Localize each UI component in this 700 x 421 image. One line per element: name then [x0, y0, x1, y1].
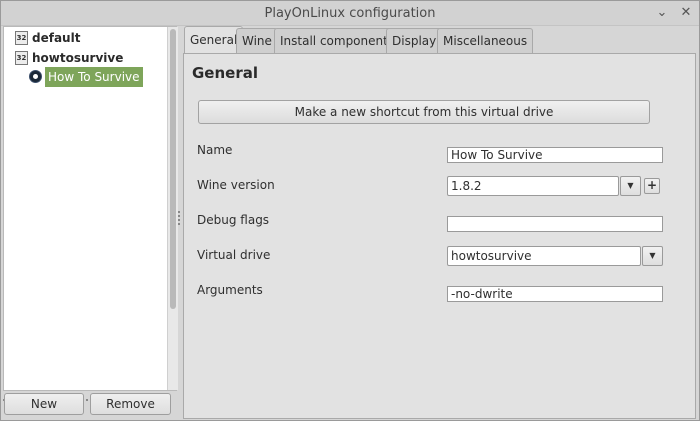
- tree-item-label: default: [32, 31, 81, 45]
- wine-version-select[interactable]: 1.8.2: [447, 176, 619, 196]
- chevron-down-icon[interactable]: ▼: [642, 246, 663, 266]
- debug-flags-label: Debug flags: [197, 213, 270, 227]
- wine-32bit-icon: 32: [15, 31, 28, 45]
- tree-scrollbar[interactable]: [167, 27, 178, 390]
- panel-splitter-handle[interactable]: [177, 211, 181, 229]
- tab-miscellaneous[interactable]: Miscellaneous: [437, 28, 534, 53]
- tab-general[interactable]: General: [184, 26, 244, 53]
- tab-wine[interactable]: Wine: [236, 28, 278, 53]
- window-title: PlayOnLinux configuration: [264, 6, 436, 21]
- tree-item-default[interactable]: 32 default: [15, 28, 155, 48]
- tab-display[interactable]: Display: [386, 28, 443, 53]
- steam-icon: [29, 70, 42, 83]
- name-label: Name: [197, 143, 233, 157]
- make-shortcut-button[interactable]: Make a new shortcut from this virtual dr…: [198, 100, 650, 124]
- wine-32bit-icon: 32: [15, 51, 28, 65]
- chevron-down-icon[interactable]: ▼: [620, 176, 641, 196]
- debug-flags-field[interactable]: [447, 216, 663, 232]
- scrollbar-thumb[interactable]: [170, 29, 176, 309]
- new-button[interactable]: New: [4, 393, 84, 415]
- title-bar: PlayOnLinux configuration ⌄ ✕: [1, 1, 699, 26]
- tree-item-label: howtosurvive: [32, 51, 124, 65]
- virtual-drive-label: Virtual drive: [197, 248, 271, 262]
- tree-item-label-selected: How To Survive: [45, 67, 143, 87]
- prefix-tree[interactable]: 32 default 32 howtosurvive How To Surviv…: [3, 26, 178, 391]
- minimize-icon[interactable]: ⌄: [651, 1, 673, 26]
- close-icon[interactable]: ✕: [675, 1, 697, 26]
- tab-install-components[interactable]: Install components: [274, 28, 401, 53]
- tree-item-howtosurvive[interactable]: 32 howtosurvive: [15, 48, 155, 68]
- add-wine-version-button[interactable]: +: [644, 178, 660, 194]
- arguments-label: Arguments: [197, 283, 263, 297]
- arguments-field[interactable]: -no-dwrite: [447, 286, 663, 302]
- general-panel: General Make a new shortcut from this vi…: [183, 53, 696, 419]
- remove-button[interactable]: Remove: [90, 393, 171, 415]
- virtual-drive-select[interactable]: howtosurvive: [447, 246, 641, 266]
- playonlinux-configuration-window: PlayOnLinux configuration ⌄ ✕ 32 default…: [0, 0, 700, 421]
- wine-version-label: Wine version: [197, 178, 275, 192]
- panel-title: General: [192, 64, 258, 82]
- name-field[interactable]: How To Survive: [447, 147, 663, 163]
